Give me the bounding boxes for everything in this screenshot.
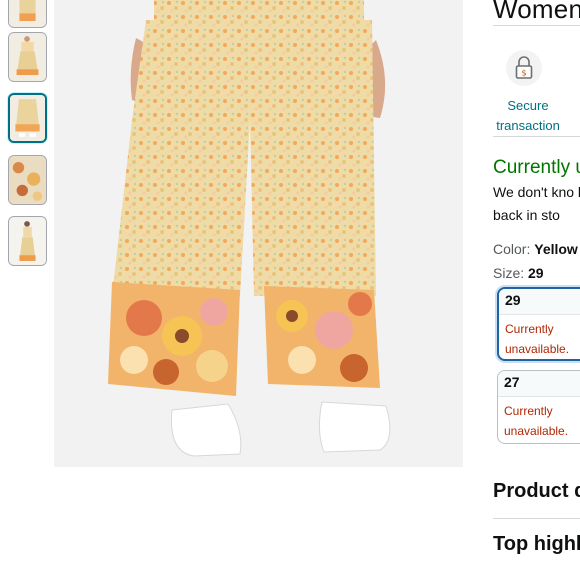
size-option-29[interactable]: 29 Currently unavailable. — [497, 287, 580, 361]
main-product-image[interactable] — [54, 0, 463, 467]
secure-transaction-link[interactable]: Secure transaction — [493, 96, 563, 136]
thumbnail-4[interactable] — [8, 155, 47, 205]
thumbnail-1[interactable] — [8, 0, 47, 28]
availability-status: Currently u — [493, 157, 580, 178]
thumbnail-2[interactable] — [8, 32, 47, 82]
thumbnail-5[interactable] — [8, 216, 47, 266]
divider — [493, 136, 580, 137]
size-option-27[interactable]: 27 Currently unavailable. — [497, 370, 580, 444]
product-title[interactable]: Women — [493, 0, 580, 25]
size-option-label: 27 — [498, 371, 580, 397]
secure-transaction-badge[interactable]: $ — [506, 50, 542, 86]
size-variation: Size: 29 — [493, 265, 544, 281]
size-option-label: 29 — [499, 289, 580, 315]
top-highlights-heading[interactable]: Top highli — [493, 533, 580, 556]
divider — [493, 25, 580, 26]
lock-icon: $ — [515, 56, 533, 79]
size-option-status: Currently unavailable. — [504, 404, 569, 438]
svg-text:$: $ — [521, 69, 526, 78]
availability-note: We don't kno be back in sto — [493, 184, 580, 223]
product-details-heading[interactable]: Product d — [493, 480, 580, 503]
size-option-status: Currently unavailable. — [505, 322, 570, 356]
size-value: 29 — [528, 265, 544, 281]
color-variation: Color: Yellow — [493, 241, 578, 257]
divider — [493, 518, 580, 519]
color-label: Color: — [493, 241, 531, 257]
color-value: Yellow — [534, 241, 578, 257]
size-label: Size: — [493, 265, 525, 281]
thumbnail-3[interactable] — [8, 93, 47, 143]
